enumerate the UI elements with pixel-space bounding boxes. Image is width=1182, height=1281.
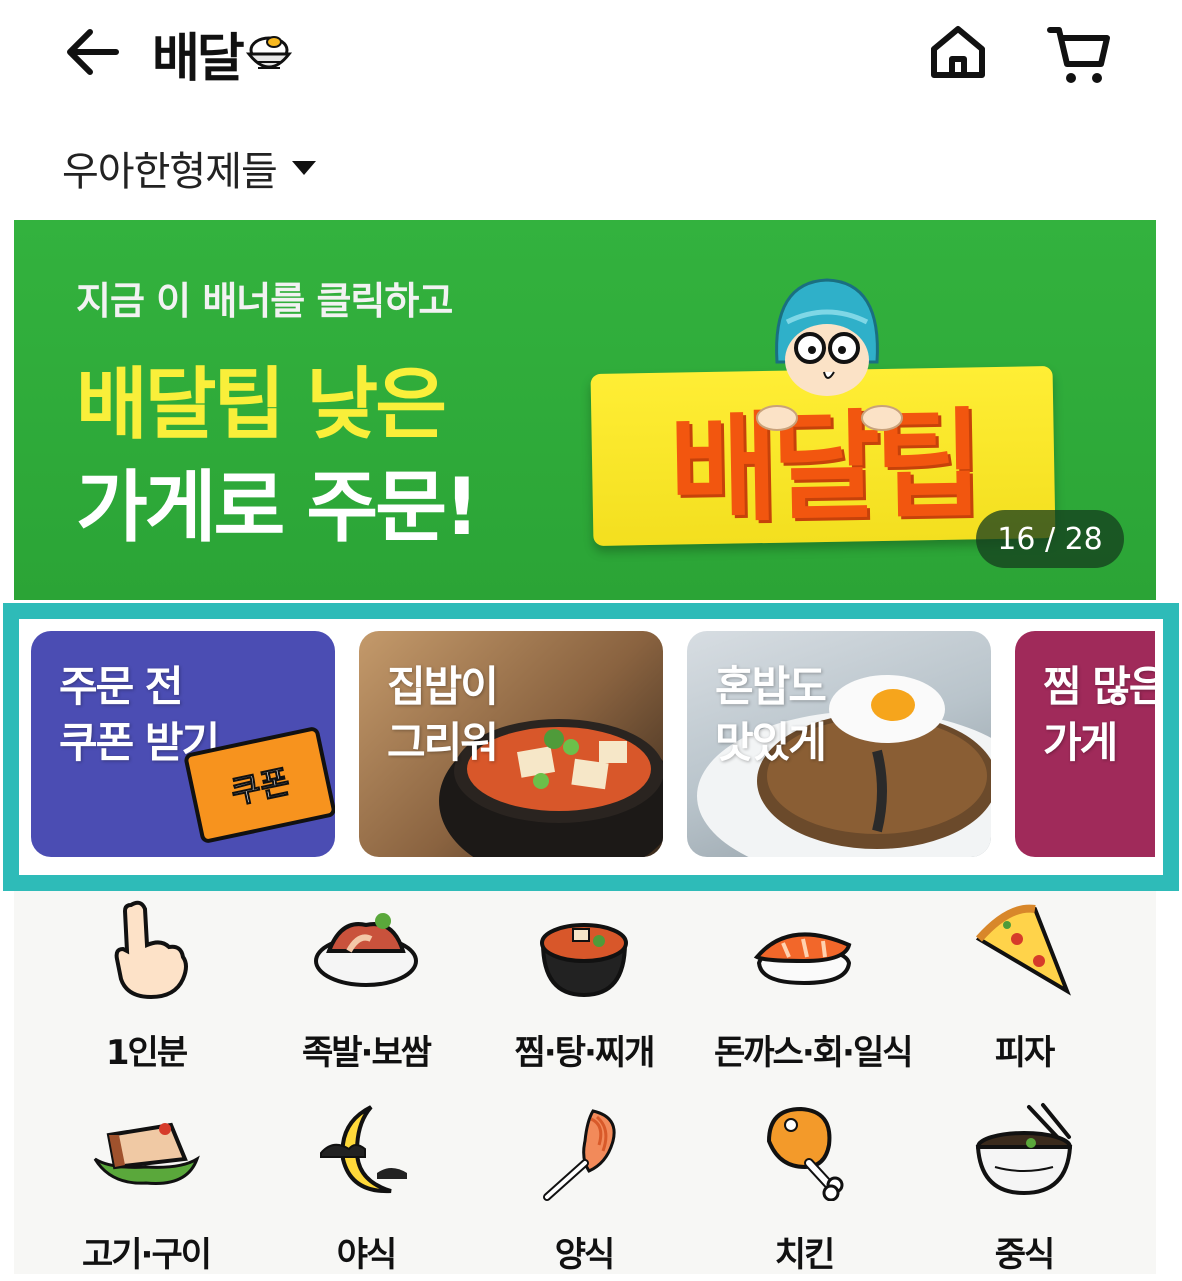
card-title: 집밥이 그리워 — [387, 662, 499, 767]
category-label: 고기·구이 — [81, 1235, 212, 1275]
coupon-badge-label: 쿠폰 — [227, 762, 294, 812]
noodle-bowl-icon — [975, 1103, 1073, 1196]
category-jokbal[interactable]: 족발·보쌈 — [276, 899, 456, 1079]
logo-text: 배달 — [152, 28, 245, 89]
category-label: 족발·보쌈 — [301, 1033, 432, 1073]
theme-card-carousel[interactable]: 주문 전 쿠폰 받기 쿠폰 집밥이 그리워 혼밥도 맛있게 찜 많은 가게 — [19, 619, 1155, 873]
pasta-fork-icon — [543, 1109, 616, 1201]
coupon-card[interactable]: 주문 전 쿠폰 받기 쿠폰 — [31, 631, 335, 857]
home-meal-card[interactable]: 집밥이 그리워 — [359, 631, 663, 857]
card-title: 찜 많은 가게 — [1043, 662, 1155, 767]
crescent-moon-icon — [320, 1105, 407, 1194]
address-text: 우아한형제들 — [62, 149, 278, 195]
mascot-icon — [756, 278, 903, 431]
category-label: 양식 — [554, 1235, 616, 1275]
banner-page-indicator: 16 / 28 — [976, 510, 1124, 568]
cart-icon — [1047, 27, 1110, 83]
app-logo: 배달 — [152, 18, 294, 89]
category-chicken[interactable]: 치킨 — [714, 1101, 894, 1281]
pointing-finger-icon — [114, 900, 188, 999]
category-label: 중식 — [994, 1235, 1056, 1275]
rice-bowl-icon — [245, 36, 292, 69]
category-label: 치킨 — [774, 1235, 836, 1275]
jokbal-icon — [314, 913, 418, 987]
category-label: 야식 — [336, 1235, 398, 1275]
category-stew[interactable]: 찜·탕·찌개 — [494, 899, 674, 1079]
promo-banner[interactable]: 지금 이 배너를 클릭하고 배달팁 낮은 가게로 주문! 배달팁 16 / 28 — [14, 220, 1156, 600]
caret-down-icon — [291, 161, 316, 175]
stew-pot-icon — [540, 923, 628, 998]
category-western[interactable]: 양식 — [494, 1101, 674, 1281]
category-chinese[interactable]: 중식 — [934, 1101, 1114, 1281]
category-label: 돈까스·회·일식 — [714, 1033, 914, 1073]
category-label: 1인분 — [105, 1033, 188, 1073]
back-button[interactable] — [60, 20, 124, 84]
card-title: 혼밥도 맛있게 — [715, 662, 827, 767]
most-favorited-card[interactable]: 찜 많은 가게 — [1015, 631, 1155, 857]
home-icon — [931, 26, 985, 78]
category-meat[interactable]: 고기·구이 — [56, 1101, 236, 1281]
back-arrow-icon — [67, 29, 119, 75]
category-japanese[interactable]: 돈까스·회·일식 — [714, 899, 914, 1079]
category-latenight[interactable]: 야식 — [276, 1101, 456, 1281]
category-pizza[interactable]: 피자 — [934, 899, 1114, 1079]
grilled-meat-icon — [93, 1122, 200, 1185]
pizza-icon — [975, 904, 1071, 996]
category-single[interactable]: 1인분 — [56, 899, 236, 1079]
sushi-icon — [753, 932, 852, 986]
category-grid: 1인분 족발·보쌈 찜·탕·찌개 돈까스·회·일식 피자 고기·구이 야식 양식… — [14, 891, 1156, 1275]
category-label: 피자 — [994, 1033, 1056, 1073]
banner-subtitle: 지금 이 배너를 클릭하고 — [76, 279, 453, 323]
banner-headline-2: 가게로 주문! — [76, 463, 480, 553]
chicken-leg-icon — [766, 1106, 844, 1201]
solo-meal-card[interactable]: 혼밥도 맛있게 — [687, 631, 991, 857]
address-selector[interactable]: 우아한형제들 — [62, 138, 317, 198]
home-button[interactable] — [924, 18, 992, 86]
category-label: 찜·탕·찌개 — [514, 1033, 656, 1073]
cart-button[interactable] — [1042, 18, 1116, 92]
banner-headline-1: 배달팁 낮은 — [76, 360, 447, 450]
